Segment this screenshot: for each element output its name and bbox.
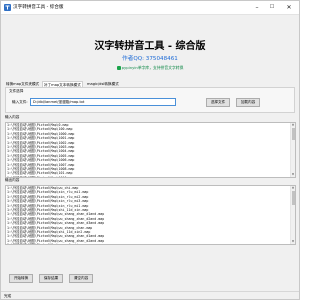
scroll-thumb[interactable] [292, 128, 295, 140]
close-icon[interactable]: ✕ [283, 1, 295, 14]
author-qq: 作者QQ: 375048461 [122, 56, 178, 62]
select-file-button[interactable]: 选择文件 [206, 98, 230, 107]
title-bar[interactable]: 汉字转拼音工具 - 综合版 – ☐ ✕ [1, 1, 299, 15]
library-notice-text: pypinyin单字库，支持拼音文字转换 [121, 65, 184, 70]
input-file-field[interactable] [30, 98, 176, 106]
save-result-button[interactable]: 保存结果 [39, 274, 63, 283]
start-convert-button[interactable]: 开始转换 [9, 274, 33, 283]
check-icon [116, 65, 121, 70]
scroll-down-icon[interactable]: ▼ [291, 173, 295, 177]
input-content-list[interactable]: 1:\外挂自动\地图\Pictod\Map\0.map 1:\外挂自动\地图\Pi… [5, 122, 296, 178]
clear-content-button[interactable]: 清空内容 [69, 274, 93, 283]
file-group-title: 文件选择 [9, 89, 24, 93]
library-notice: pypinyin单字库，支持拼音文字转换 [1, 65, 299, 71]
list-item[interactable]: 1:\外挂自动\地图\Pictod\Map\1010.map [6, 176, 295, 177]
input-content-label: 输入内容 [5, 115, 20, 119]
maximize-icon[interactable]: ☐ [266, 1, 278, 14]
output-content-label: 输出内容 [5, 178, 20, 182]
load-content-button[interactable]: 加载内容 [236, 98, 260, 107]
scroll-thumb[interactable] [292, 191, 295, 205]
status-text: 完成 [4, 294, 12, 298]
scroll-up-icon[interactable]: ▲ [291, 123, 295, 127]
app-window: 汉字转拼音工具 - 综合版 – ☐ ✕ 汉字转拼音工具 - 综合版 作者QQ: … [0, 0, 300, 300]
scroll-up-icon[interactable]: ▲ [291, 186, 295, 190]
output-content-list[interactable]: 1:\外挂自动\地图\Pictod\Map\wu_chi.map 1:\外挂自动\… [5, 185, 296, 245]
file-select-group: 文件选择 输入文件: 选择文件 加载内容 [5, 87, 295, 113]
page-title: 汉字转拼音工具 - 综合版 [94, 41, 206, 52]
scroll-down-icon[interactable]: ▼ [291, 240, 295, 244]
app-icon [4, 4, 11, 11]
output-scrollbar[interactable]: ▲ ▼ [290, 186, 295, 244]
window-title: 汉字转拼音工具 - 综合版 [13, 5, 64, 10]
input-scrollbar[interactable]: ▲ ▼ [290, 123, 295, 177]
status-bar: 完成 [1, 291, 299, 299]
minimize-icon[interactable]: – [251, 1, 263, 14]
input-file-label: 输入文件: [12, 100, 28, 104]
list-item[interactable]: 1:\外挂自动\地图\Pictod\Map\yang_fu_jian.map [6, 243, 295, 244]
